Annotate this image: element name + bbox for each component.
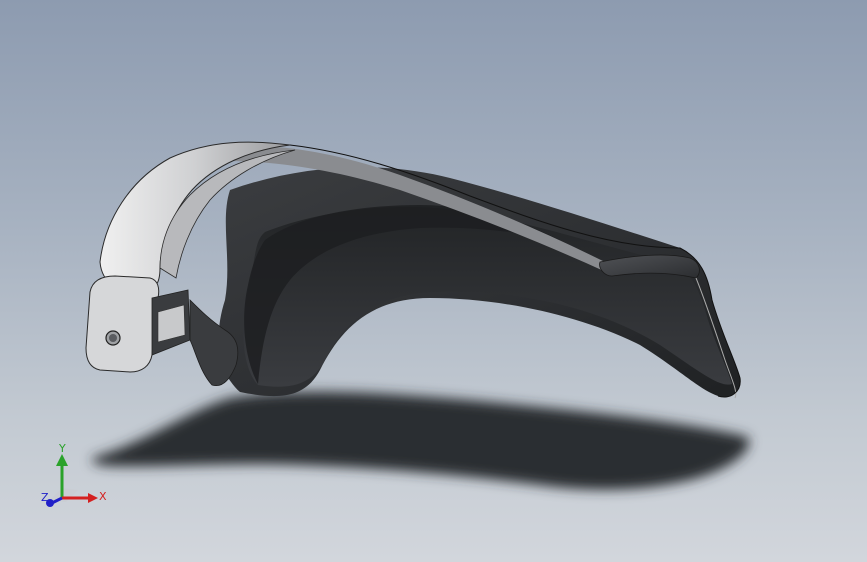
x-axis-label: X [99, 490, 107, 503]
hinge-block [85, 275, 160, 373]
3d-viewport[interactable]: Y X Z [0, 0, 867, 562]
x-axis-arrow [88, 493, 98, 503]
y-axis-arrow [56, 454, 68, 466]
z-axis-label: Z [41, 491, 49, 504]
ground-shadow [91, 391, 750, 490]
y-axis-label: Y [59, 442, 66, 455]
coordinate-triad: Y X Z [38, 440, 110, 512]
model-canvas[interactable] [0, 0, 867, 562]
